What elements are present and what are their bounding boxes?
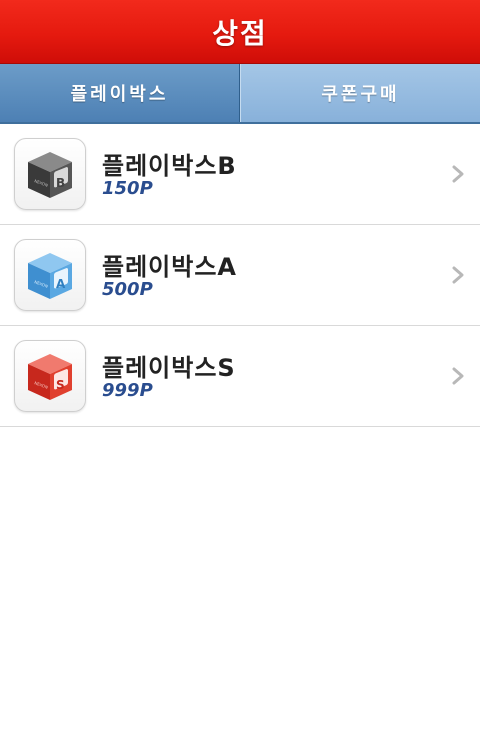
item-name: 플레이박스A [102,253,237,281]
svg-text:B: B [56,176,65,190]
list-item[interactable]: NEXON S 플레이박스S 999P [0,326,480,427]
tab-playbox[interactable]: 플레이박스 [0,64,240,122]
item-name: 플레이박스S [102,354,236,382]
item-price: 999P [102,380,153,401]
chevron-right-icon [448,261,468,289]
tab-coupon-purchase-label: 쿠폰구매 [321,84,400,105]
playbox-b-icon: NEXON B [14,138,86,210]
tab-bar: 플레이박스 쿠폰구매 [0,64,480,124]
product-list: NEXON B 플레이박스B 150P NEXON A 플레이박스A 500P [0,124,480,427]
svg-text:S: S [56,378,65,392]
item-name: 플레이박스B [102,152,237,180]
chevron-right-icon [448,362,468,390]
playbox-a-icon: NEXON A [14,239,86,311]
tab-coupon-purchase[interactable]: 쿠폰구매 [240,64,480,122]
page-title: 상점 [212,16,268,50]
chevron-right-icon [448,160,468,188]
list-item[interactable]: NEXON B 플레이박스B 150P [0,124,480,225]
item-price: 150P [102,178,153,199]
list-item[interactable]: NEXON A 플레이박스A 500P [0,225,480,326]
playbox-s-icon: NEXON S [14,340,86,412]
app-header: 상점 [0,0,480,64]
svg-text:A: A [56,277,66,291]
item-price: 500P [102,279,153,300]
tab-playbox-label: 플레이박스 [70,84,169,105]
